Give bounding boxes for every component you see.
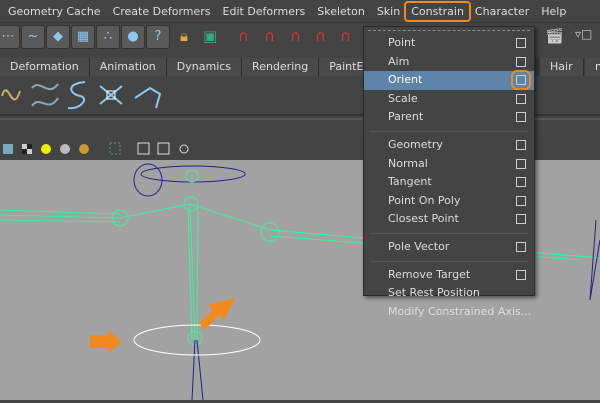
snap-live-icon[interactable]: ∩ <box>340 27 351 45</box>
item-label: Geometry <box>388 137 443 151</box>
menu-create-deformers[interactable]: Create Deformers <box>107 5 217 18</box>
option-box-icon[interactable] <box>516 112 526 123</box>
option-box-icon[interactable] <box>516 241 526 252</box>
tab-dynamics[interactable]: Dynamics <box>166 58 243 76</box>
tab-rendering[interactable]: Rendering <box>242 58 320 76</box>
menu-item-tangent[interactable]: Tangent <box>364 173 534 192</box>
option-box-icon[interactable] <box>516 195 526 206</box>
menu-item-point-on-poly[interactable]: Point On Poly <box>364 192 534 211</box>
snap-grid-icon[interactable]: ∩ <box>238 27 249 45</box>
item-label: Point <box>388 36 416 49</box>
item-label: Tangent <box>388 175 432 189</box>
menu-item-closest-point[interactable]: Closest Point <box>364 210 534 229</box>
option-box-icon[interactable] <box>516 269 526 280</box>
menu-separator <box>370 260 528 262</box>
snap-point-icon[interactable]: ∩ <box>290 27 301 45</box>
menu-help[interactable]: Help <box>535 5 572 18</box>
shading-icons[interactable] <box>3 142 189 155</box>
item-label: Scale <box>388 91 418 105</box>
menu-item-pole-vector[interactable]: Pole Vector <box>364 238 534 257</box>
arrow-annotation <box>90 330 122 353</box>
neck-control-circle <box>140 165 246 183</box>
snap-plane-icon[interactable]: ∩ <box>315 27 326 45</box>
tab-hair[interactable]: Hair <box>540 58 584 76</box>
input-dropdown-icon[interactable]: ▿□ <box>575 27 592 41</box>
tab-deformation[interactable]: Deformation <box>0 58 90 76</box>
item-label: Point On Poly <box>388 193 461 207</box>
menu-geometry-cache[interactable]: Geometry Cache <box>0 5 107 18</box>
particles-icon[interactable]: ∴ <box>96 25 120 49</box>
menu-item-modify-constrained-axis[interactable]: Modify Constrained Axis... <box>364 303 534 322</box>
menu-item-remove-target[interactable]: Remove Target <box>364 266 534 285</box>
menu-separator <box>370 232 528 234</box>
lattice-icon[interactable]: ▦ <box>71 25 95 49</box>
item-label: Parent <box>388 110 424 124</box>
menu-item-aim[interactable]: Aim <box>364 53 534 72</box>
option-box-icon[interactable] <box>516 38 526 48</box>
item-label: Orient <box>388 73 423 87</box>
curve-snap-icon[interactable]: ~ <box>21 25 45 49</box>
menu-character[interactable]: Character <box>469 5 535 18</box>
option-box-icon[interactable] <box>516 177 526 188</box>
menu-item-geometry[interactable]: Geometry <box>364 136 534 155</box>
menu-skeleton[interactable]: Skeleton <box>311 5 371 18</box>
option-box-icon[interactable] <box>511 70 531 91</box>
menu-item-normal[interactable]: Normal <box>364 155 534 174</box>
menu-edit-deformers[interactable]: Edit Deformers <box>217 5 312 18</box>
option-box-icon[interactable] <box>516 158 526 169</box>
item-label: Closest Point <box>388 212 459 226</box>
help-icon[interactable]: ? <box>146 25 170 49</box>
tab-n[interactable]: n <box>585 58 600 76</box>
item-label: Modify Constrained Axis... <box>388 304 532 318</box>
menu-separator <box>370 130 528 132</box>
option-box-icon[interactable] <box>516 214 526 225</box>
render-icon[interactable]: 🎬︎ <box>545 27 564 45</box>
item-label: Remove Target <box>388 267 471 281</box>
menu-constrain[interactable]: Constrain <box>404 0 471 22</box>
item-label: Aim <box>388 54 410 68</box>
item-label: Normal <box>388 156 428 170</box>
menu-skin[interactable]: Skin <box>371 5 406 18</box>
dynamics-icon[interactable]: ● <box>121 25 145 49</box>
constrain-menu: Point Aim Orient Scale Parent Geometry N… <box>363 26 535 318</box>
menu-item-set-rest-position[interactable]: Set Rest Position <box>364 284 534 303</box>
select-hierarchy-icon[interactable]: ⋯ <box>0 25 20 49</box>
tab-animation[interactable]: Animation <box>89 58 167 76</box>
item-label: Pole Vector <box>388 239 450 253</box>
option-box-icon[interactable] <box>516 93 526 104</box>
shelf-curve-icons[interactable] <box>0 76 180 116</box>
option-box-icon[interactable] <box>516 56 526 67</box>
option-box-icon[interactable] <box>516 139 526 150</box>
snap-curve-icon[interactable]: ∩ <box>264 27 275 45</box>
menu-item-orient[interactable]: Orient <box>364 70 534 91</box>
menu-bar: Geometry Cache Create Deformers Edit Def… <box>0 0 600 22</box>
menu-item-parent[interactable]: Parent <box>364 108 534 127</box>
select-box-icon[interactable]: ▣ <box>203 27 217 45</box>
arrow-annotation <box>199 298 235 330</box>
lock-icon[interactable]: 🔒︎ <box>180 27 188 45</box>
menu-item-point[interactable]: Point <box>364 34 534 53</box>
menu-item-scale[interactable]: Scale <box>364 90 534 109</box>
surface-icon[interactable]: ◆ <box>46 25 70 49</box>
item-label: Set Rest Position <box>388 286 480 300</box>
